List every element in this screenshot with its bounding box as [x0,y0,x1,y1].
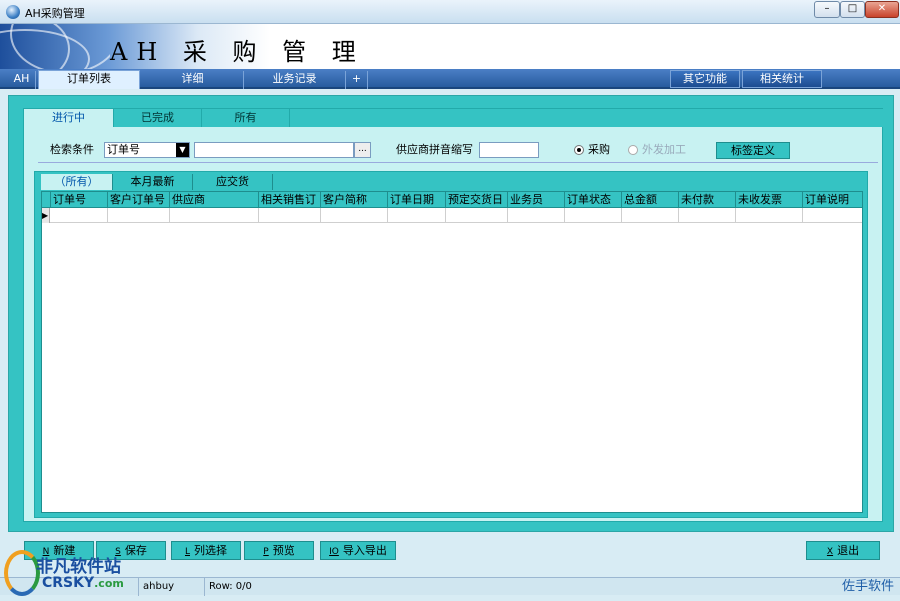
tab-add[interactable]: + [346,71,368,89]
minimize-button[interactable]: – [814,1,840,18]
import-export-button[interactable]: IO 导入导出 [320,541,396,560]
supplier-pinyin-label: 供应商拼音缩写 [396,143,473,156]
column-select-button[interactable]: L 列选择 [171,541,241,560]
search-row: 检索条件 订单号 ▼ ... 供应商拼音缩写 采购 外发加工 标签定义 [38,139,878,163]
status-user: ahbuy [138,578,204,596]
col-order-date[interactable]: 订单日期 [387,192,445,208]
watermark-logo: 非凡软件站 CRSKY.com [2,548,142,598]
main-tab-bar: AH 订单列表 详细 业务记录 + 其它功能 相关统计 [0,69,900,89]
tab-all[interactable]: 所有 [202,109,290,127]
search-condition-label: 检索条件 [50,143,94,156]
search-field-value: 订单号 [107,143,140,156]
main-frame: 进行中 已完成 所有 检索条件 订单号 ▼ ... 供应商拼音缩写 采购 外发加… [8,95,894,532]
title-bar: AH采购管理 – □ ✕ [0,0,900,24]
app-banner: AH 采 购 管 理 [0,24,900,69]
grid-tab-due-delivery[interactable]: 应交货 [193,174,273,190]
banner-decoration [0,24,110,69]
related-stats-button[interactable]: 相关统计 [742,70,822,88]
tab-in-progress[interactable]: 进行中 [24,109,114,127]
window-title: AH采购管理 [25,7,85,20]
col-planned-delivery[interactable]: 预定交货日 [445,192,507,208]
col-order-notes[interactable]: 订单说明 [802,192,862,208]
maximize-button[interactable]: □ [840,1,865,18]
table-row[interactable] [42,208,862,223]
other-functions-button[interactable]: 其它功能 [670,70,740,88]
tag-definition-button[interactable]: 标签定义 [716,142,790,159]
tab-order-list[interactable]: 订单列表 [38,70,140,89]
row-pointer-icon: ▶ [42,208,50,223]
table-header: 订单号 客户订单号 供应商 相关销售订 客户简称 订单日期 预定交货日 业务员 … [42,192,862,208]
search-field-select[interactable]: 订单号 ▼ [104,142,190,158]
col-customer-short[interactable]: 客户简称 [320,192,387,208]
banner-title: AH 采 购 管 理 [110,38,365,66]
chevron-down-icon[interactable]: ▼ [176,143,189,157]
search-input[interactable] [194,142,354,158]
preview-button[interactable]: P 预览 [244,541,314,560]
col-order-no[interactable]: 订单号 [50,192,107,208]
watermark-cn: 非凡软件站 [36,557,121,577]
browse-button[interactable]: ... [354,142,371,158]
radio-purchase[interactable] [574,145,584,155]
status-row-count: Row: 0/0 [204,578,324,596]
status-brand: 佐手软件 [841,579,894,594]
tab-detail[interactable]: 详细 [142,71,244,89]
tab-ah[interactable]: AH [8,71,36,89]
col-supplier[interactable]: 供应商 [169,192,258,208]
col-uninvoiced[interactable]: 未收发票 [735,192,802,208]
radio-purchase-label: 采购 [588,143,610,156]
supplier-pinyin-input[interactable] [479,142,539,158]
tab-business-records[interactable]: 业务记录 [244,71,346,89]
app-icon [6,5,20,19]
exit-button[interactable]: X 退出 [806,541,880,560]
radio-outsource[interactable] [628,145,638,155]
order-grid-panel: （所有） 本月最新 应交货 订单号 客户订单号 供应商 相关销售订 客户简称 订… [34,171,868,518]
col-salesperson[interactable]: 业务员 [507,192,564,208]
col-order-status[interactable]: 订单状态 [564,192,621,208]
grid-tab-this-month[interactable]: 本月最新 [113,174,193,190]
col-related-sales-order[interactable]: 相关销售订 [258,192,320,208]
col-total-amount[interactable]: 总金额 [621,192,678,208]
col-unpaid[interactable]: 未付款 [678,192,735,208]
radio-outsource-label: 外发加工 [642,143,686,156]
col-customer-order-no[interactable]: 客户订单号 [107,192,169,208]
tab-completed[interactable]: 已完成 [114,109,202,127]
watermark-en: CRSKY.com [42,575,124,591]
watermark-ring-icon [4,550,40,596]
grid-tab-all[interactable]: （所有） [41,174,113,190]
order-table[interactable]: 订单号 客户订单号 供应商 相关销售订 客户简称 订单日期 预定交货日 业务员 … [41,191,863,513]
order-panel: 进行中 已完成 所有 检索条件 订单号 ▼ ... 供应商拼音缩写 采购 外发加… [23,108,884,522]
close-button[interactable]: ✕ [865,1,899,18]
